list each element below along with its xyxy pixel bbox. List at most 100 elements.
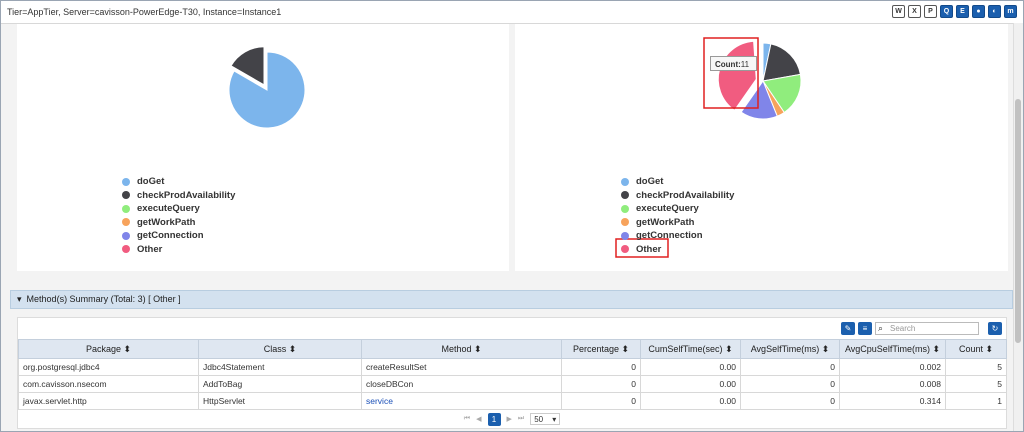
right-legend-item[interactable]: executeQuery [621, 202, 734, 216]
legend-marker-icon [122, 191, 130, 200]
sort-icon[interactable]: ⬍ [121, 344, 131, 354]
table-cell: 1 [945, 392, 1007, 410]
table-cell: 0 [740, 358, 840, 376]
legend-marker-icon [621, 231, 629, 240]
right-legend-item[interactable]: checkProdAvailability [621, 189, 734, 203]
info-icon[interactable]: E [956, 5, 969, 18]
legend-marker-icon [122, 231, 130, 240]
scrollbar-thumb[interactable] [1015, 99, 1021, 343]
legend-marker-icon [621, 191, 629, 200]
table-cell: javax.servlet.http [18, 392, 199, 410]
legend-label: doGet [636, 176, 664, 188]
export-table-icon[interactable]: ✎ [841, 322, 855, 335]
left-legend-item[interactable]: doGet [122, 175, 235, 189]
refresh-icon[interactable]: ↻ [988, 322, 1002, 335]
legend-label: checkProdAvailability [137, 189, 236, 201]
last-page-icon[interactable]: ⏭ [518, 415, 524, 423]
left-legend-item[interactable]: executeQuery [122, 202, 235, 216]
table-cell: 5 [945, 358, 1007, 376]
first-page-icon[interactable]: ⏮ [464, 415, 470, 423]
columns-menu-icon[interactable]: ≡ [858, 322, 872, 335]
summary-table-panel: ✎ ≡ ⌕ Search ↻ Package ⬍ Class ⬍ Method ⬍ Pe… [17, 317, 1007, 429]
page-button-current[interactable]: 1 [487, 412, 501, 426]
sort-icon[interactable]: ⬍ [819, 344, 830, 354]
left-legend-item[interactable]: getConnection [122, 229, 235, 243]
sort-icon[interactable]: ⬍ [619, 344, 630, 354]
settings-icon[interactable]: ● [972, 5, 985, 18]
column-header[interactable]: Count ⬍ [945, 339, 1007, 359]
menu-icon[interactable]: m [1004, 5, 1017, 18]
table-row[interactable]: com.cavisson.nsecom AddToBag closeDBCon 0 0.… [18, 375, 1007, 393]
legend-label: Other [137, 243, 163, 255]
table-cell: org.postgresql.jdbc4 [18, 358, 199, 376]
left-legend-item[interactable]: getWorkPath [122, 216, 235, 230]
page-size-select[interactable]: 50 ▾ [530, 413, 561, 425]
left-pie-chart[interactable] [17, 24, 509, 271]
right-legend-item[interactable]: getWorkPath [621, 216, 734, 230]
right-legend-item[interactable]: getConnection [621, 229, 734, 243]
legend-label: getConnection [636, 230, 703, 242]
legend-label: Other [636, 243, 662, 255]
table-cell: createResultSet [361, 358, 562, 376]
left-legend-item[interactable]: checkProdAvailability [122, 189, 235, 203]
chevron-down-icon: ▾ [552, 414, 557, 424]
table-cell: 0.314 [839, 392, 946, 410]
table-cell: AddToBag [198, 375, 362, 393]
legend-marker-icon [122, 204, 130, 213]
table-cell: 5 [945, 375, 1007, 393]
right-chart-legend: doGet checkProdAvailability executeQuery ge… [621, 175, 734, 256]
sort-icon[interactable]: ⬍ [286, 344, 297, 354]
table-cell: 0.008 [839, 375, 946, 393]
legend-marker-icon [621, 218, 629, 227]
pdf-export-icon[interactable]: P [924, 5, 937, 18]
table-cell: 0.00 [640, 375, 741, 393]
vertical-scrollbar[interactable] [1013, 23, 1023, 431]
table-toolbar: ✎ ≡ ⌕ Search ↻ [841, 322, 1002, 335]
table-cell: 0.002 [839, 358, 946, 376]
table-cell: Jdbc4Statement [198, 358, 362, 376]
right-legend-item[interactable]: Other [621, 243, 734, 257]
table-cell: 0 [740, 392, 840, 410]
right-pie-chart[interactable] [515, 24, 1008, 271]
table-cell: closeDBCon [361, 375, 562, 393]
table-cell: 0.00 [640, 358, 741, 376]
table-row[interactable]: javax.servlet.http HttpServlet service 0 0.0… [18, 392, 1007, 410]
next-page-icon[interactable]: ▶ [507, 415, 512, 423]
word-export-icon[interactable]: W [892, 5, 905, 18]
column-header[interactable]: CumSelfTime(sec) ⬍ [640, 339, 741, 359]
search-input[interactable]: ⌕ Search [875, 322, 979, 335]
column-header[interactable]: Method ⬍ [361, 339, 562, 359]
sort-icon[interactable]: ⬍ [930, 344, 940, 354]
column-header[interactable]: Package ⬍ [18, 339, 199, 359]
column-header[interactable]: AvgCpuSelfTime(ms) ⬍ [839, 339, 946, 359]
table-cell: HttpServlet [198, 392, 362, 410]
toggle-icon[interactable]: ◐ [988, 5, 1001, 18]
right-chart-panel: doGet checkProdAvailability executeQuery ge… [515, 24, 1008, 271]
table-cell: com.cavisson.nsecom [18, 375, 199, 393]
left-legend-item[interactable]: Other [122, 243, 235, 257]
column-header[interactable]: Percentage ⬍ [561, 339, 641, 359]
table-row[interactable]: org.postgresql.jdbc4 Jdbc4Statement create… [18, 358, 1007, 376]
sort-icon[interactable]: ⬍ [471, 344, 482, 354]
legend-label: executeQuery [137, 203, 200, 215]
column-header[interactable]: Class ⬍ [198, 339, 362, 359]
column-header[interactable]: AvgSelfTime(ms) ⬍ [740, 339, 840, 359]
collapse-arrow-icon[interactable]: ▾ [17, 294, 22, 304]
legend-label: executeQuery [636, 203, 699, 215]
zoom-icon[interactable]: Q [940, 5, 953, 18]
pagination: ⏮ ◀ 1 ▶ ⏭ 50 ▾ [18, 412, 1006, 426]
excel-export-icon[interactable]: X [908, 5, 921, 18]
prev-page-icon[interactable]: ◀ [476, 415, 481, 423]
sort-icon[interactable]: ⬍ [983, 344, 993, 354]
breadcrumb: Tier=AppTier, Server=cavisson-PowerEdge-… [7, 7, 282, 17]
table-cell: 0 [561, 358, 641, 376]
table-cell[interactable]: service [361, 392, 562, 410]
legend-marker-icon [621, 245, 629, 254]
legend-label: getWorkPath [137, 216, 196, 228]
summary-header[interactable]: ▾ Method(s) Summary (Total: 3) [ Other ] [10, 290, 1013, 309]
sort-icon[interactable]: ⬍ [723, 344, 733, 354]
legend-marker-icon [621, 204, 629, 213]
left-chart-panel: doGet checkProdAvailability executeQuery ge… [17, 24, 509, 271]
right-legend-item[interactable]: doGet [621, 175, 734, 189]
table-cell: 0 [561, 392, 641, 410]
